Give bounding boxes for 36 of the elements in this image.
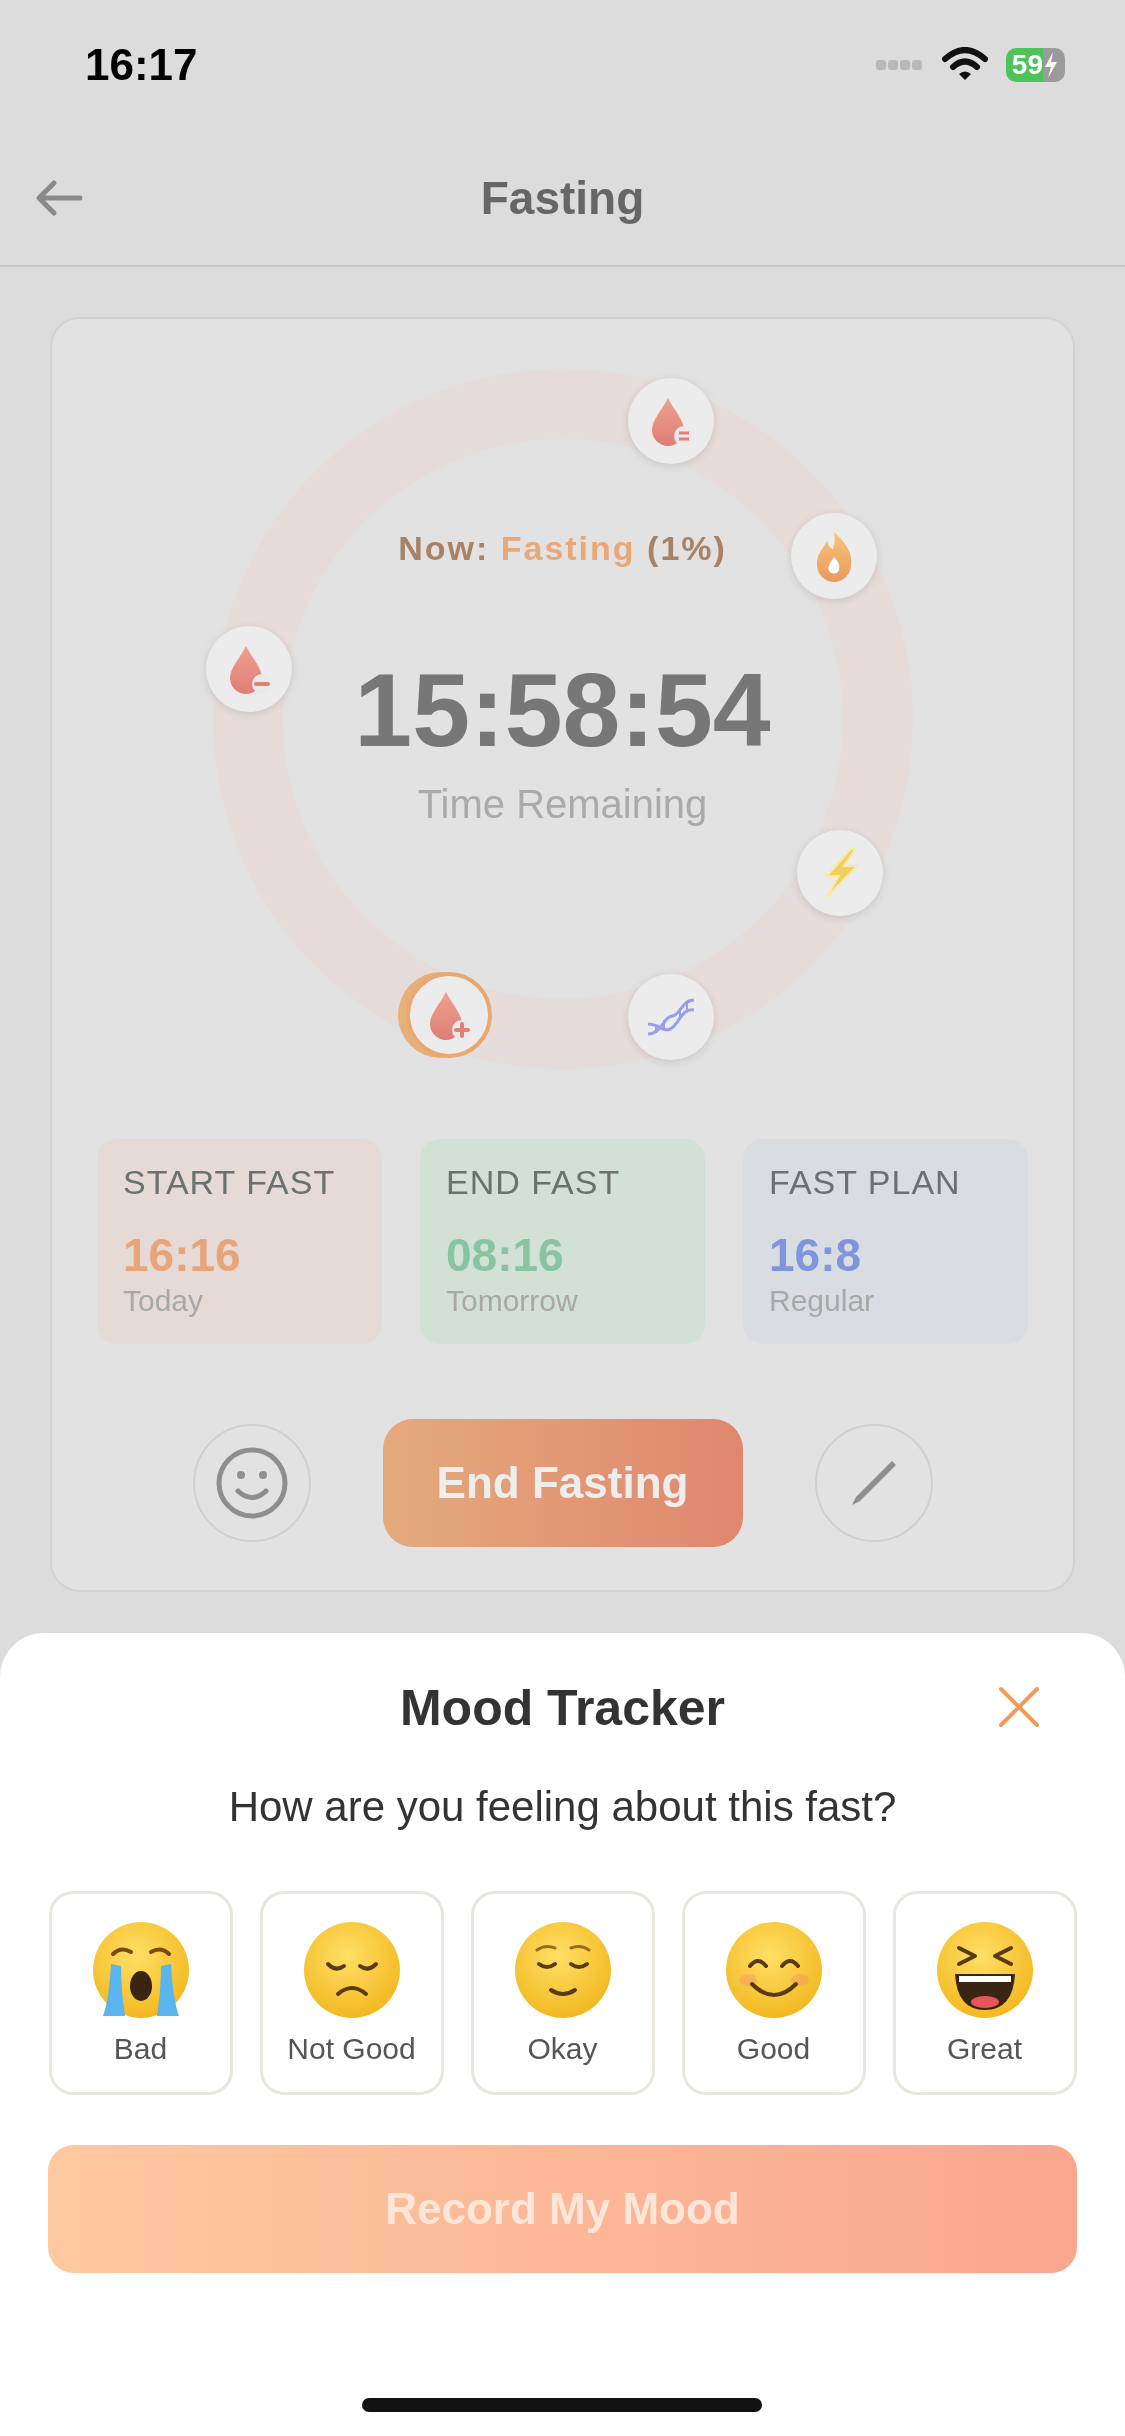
sheet-title: Mood Tracker (399, 1679, 726, 1737)
crying-face-icon (90, 1920, 191, 2020)
laughing-face-icon (934, 1920, 1035, 2020)
info-title: START FAST (123, 1163, 337, 1202)
mood-option[interactable]: Bad (48, 1891, 233, 2095)
sad-face-icon (301, 1920, 402, 2020)
info-title: END FAST (446, 1163, 622, 1202)
page-title: Fasting (480, 170, 645, 225)
countdown-timer: 15:58:54 (354, 658, 771, 762)
mood-option[interactable]: Good (681, 1891, 866, 2095)
mood-option[interactable]: Not Good (259, 1891, 444, 2095)
battery-icon: 59 (1005, 48, 1065, 82)
info-subtitle: Today (123, 1284, 205, 1318)
current-phase-text: Now: Fasting (1%) (398, 529, 727, 568)
info-value: 16:16 (123, 1232, 242, 1278)
info-subtitle: Regular (769, 1284, 876, 1318)
close-icon (997, 1685, 1041, 1729)
info-title: FAST PLAN (769, 1163, 962, 1202)
back-arrow-icon[interactable] (34, 178, 84, 218)
close-button[interactable] (997, 1685, 1041, 1729)
wifi-icon (941, 47, 988, 83)
mood-option[interactable]: Great (892, 1891, 1077, 2095)
mood-option[interactable]: Okay (470, 1891, 655, 2095)
relieved-face-icon (512, 1920, 613, 2020)
mood-button[interactable] (192, 1424, 311, 1542)
signal-icon (875, 59, 924, 71)
edit-button[interactable] (814, 1424, 933, 1542)
status-time: 16:17 (85, 40, 198, 90)
info-value: 16:8 (769, 1232, 863, 1278)
smiley-icon (214, 1446, 289, 1520)
mood-question: How are you feeling about this fast? (228, 1783, 897, 1831)
milestone-button[interactable] (206, 626, 293, 713)
info-subtitle: Tomorrow (446, 1284, 579, 1318)
countdown-caption: Time Remaining (417, 782, 708, 827)
smiling-face-icon (723, 1920, 824, 2020)
info-value: 08:16 (446, 1232, 565, 1278)
